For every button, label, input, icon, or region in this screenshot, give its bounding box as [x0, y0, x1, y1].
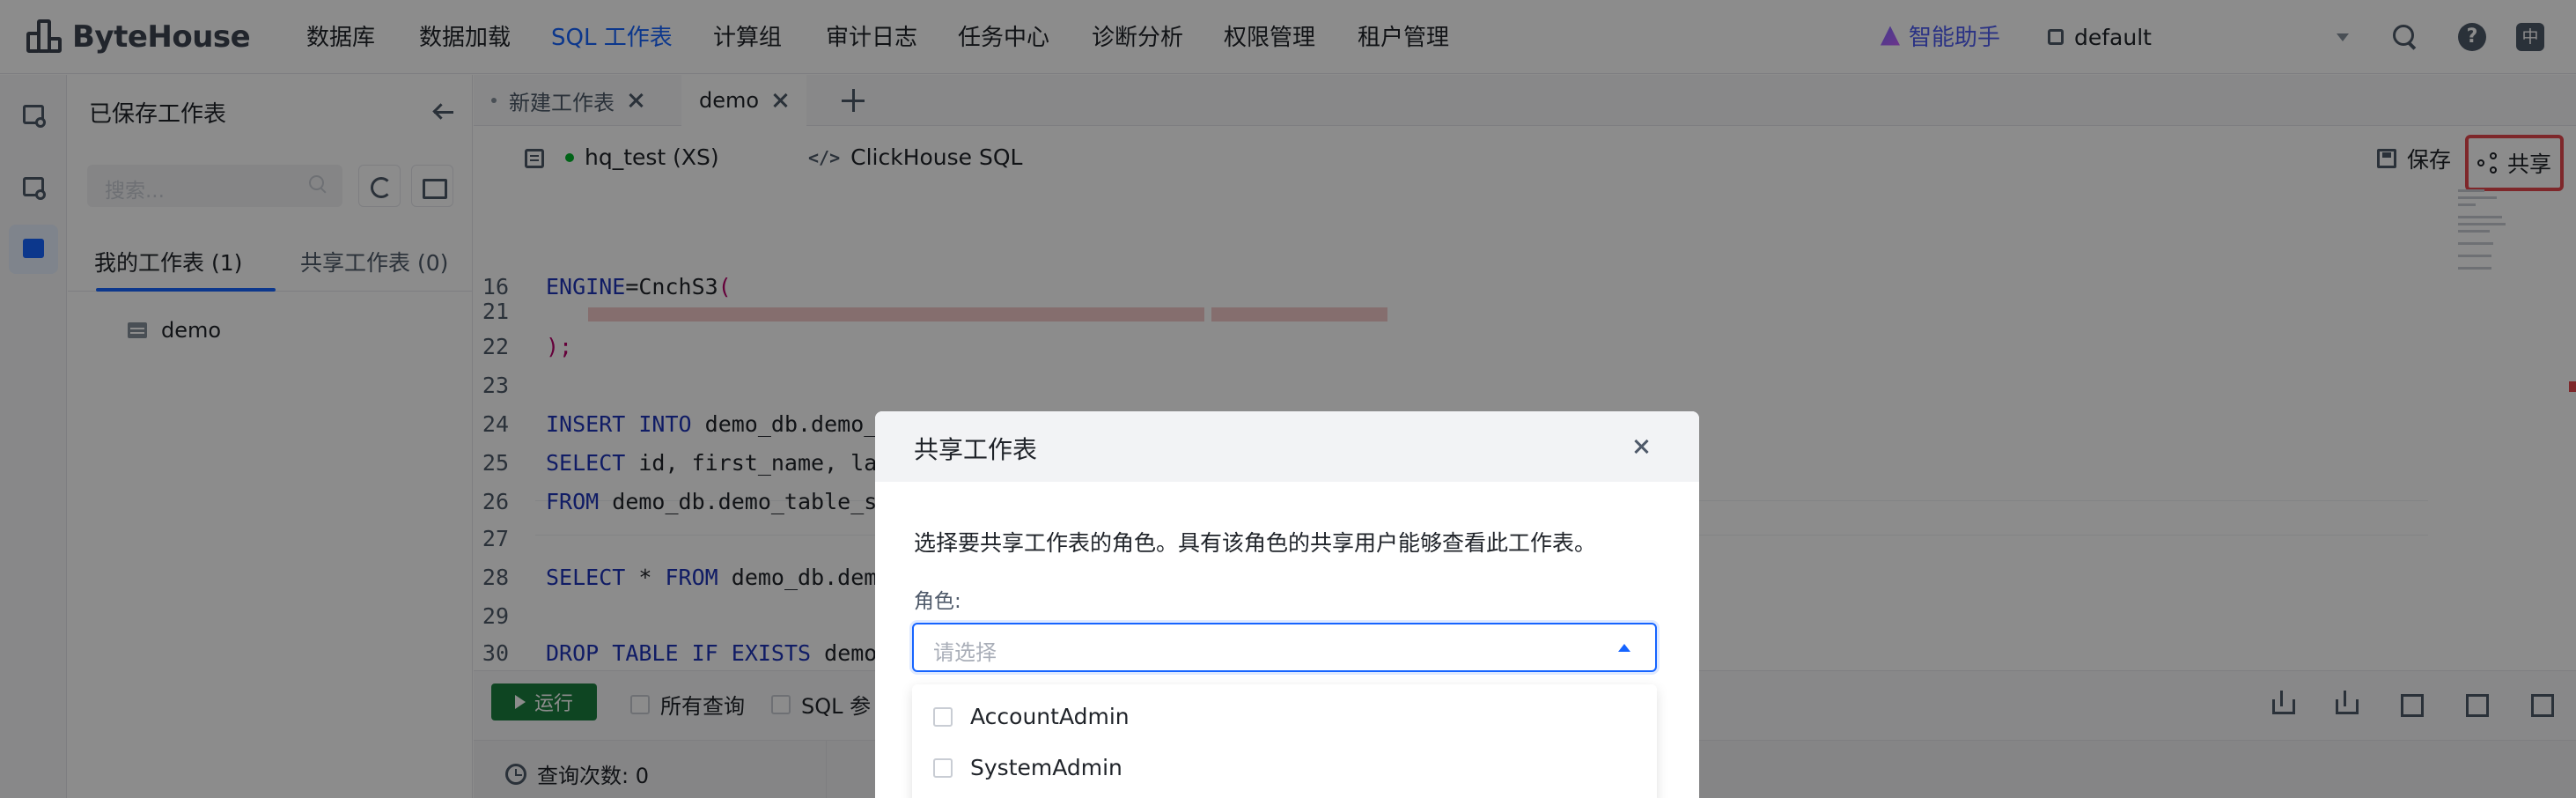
close-icon[interactable] — [1632, 438, 1650, 455]
role-select[interactable]: 请选择 — [912, 623, 1657, 672]
chevron-up-icon — [1618, 644, 1630, 652]
role-field-label: 角色: — [914, 590, 961, 613]
role-option-label: AccountAdmin — [970, 704, 1130, 729]
role-option-systemadmin[interactable]: SystemAdmin — [933, 755, 1122, 780]
dialog-title: 共享工作表 — [914, 435, 1038, 464]
role-option-label: SystemAdmin — [970, 755, 1122, 780]
dialog-header: 共享工作表 — [875, 411, 1699, 482]
role-select-placeholder: 请选择 — [933, 640, 997, 665]
role-dropdown-menu: AccountAdmin SystemAdmin — [912, 684, 1657, 798]
role-option-accountadmin[interactable]: AccountAdmin — [933, 704, 1130, 729]
checkbox-icon[interactable] — [933, 757, 953, 778]
checkbox-icon[interactable] — [933, 706, 953, 727]
dialog-description: 选择要共享工作表的角色。具有该角色的共享用户能够查看此工作表。 — [914, 530, 1597, 556]
share-worksheet-dialog: 共享工作表 选择要共享工作表的角色。具有该角色的共享用户能够查看此工作表。 角色… — [875, 411, 1699, 798]
